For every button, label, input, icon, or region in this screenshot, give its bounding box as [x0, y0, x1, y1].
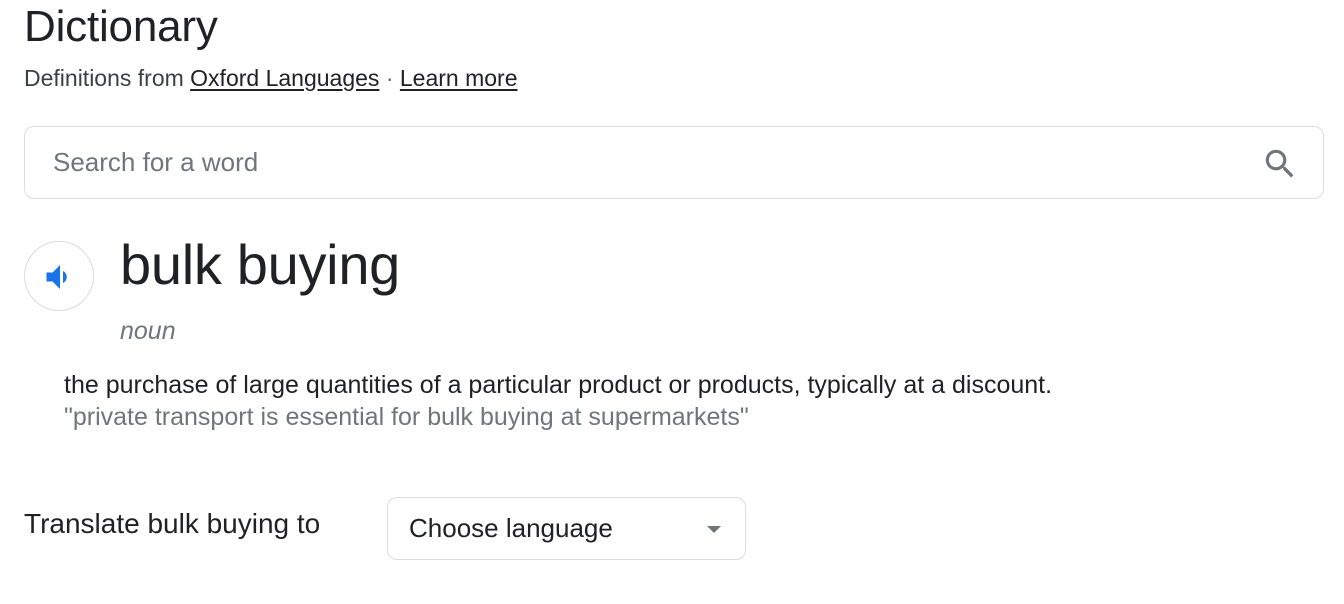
source-prefix: Definitions from [24, 65, 184, 91]
headword: bulk buying [120, 233, 401, 296]
search-input[interactable] [53, 143, 1233, 181]
source-attribution: Definitions from Oxford Languages · Lear… [24, 64, 518, 92]
page-title: Dictionary [24, 2, 218, 51]
language-select-value: Choose language [409, 513, 613, 543]
dropdown-triangle-icon [707, 526, 721, 533]
search-box[interactable] [24, 126, 1324, 199]
speaker-icon [46, 265, 67, 289]
separator-dot: · [385, 65, 394, 91]
learn-more-link[interactable]: Learn more [400, 65, 518, 91]
search-icon[interactable] [1261, 145, 1299, 183]
translate-label: Translate bulk buying to [24, 508, 321, 539]
pronunciation-button[interactable] [24, 241, 94, 311]
example-sentence: "private transport is essential for bulk… [64, 403, 749, 431]
part-of-speech: noun [120, 317, 176, 345]
definition-text: the purchase of large quantities of a pa… [64, 371, 1053, 399]
language-select[interactable]: Choose language [387, 497, 746, 560]
oxford-languages-link[interactable]: Oxford Languages [190, 65, 379, 91]
